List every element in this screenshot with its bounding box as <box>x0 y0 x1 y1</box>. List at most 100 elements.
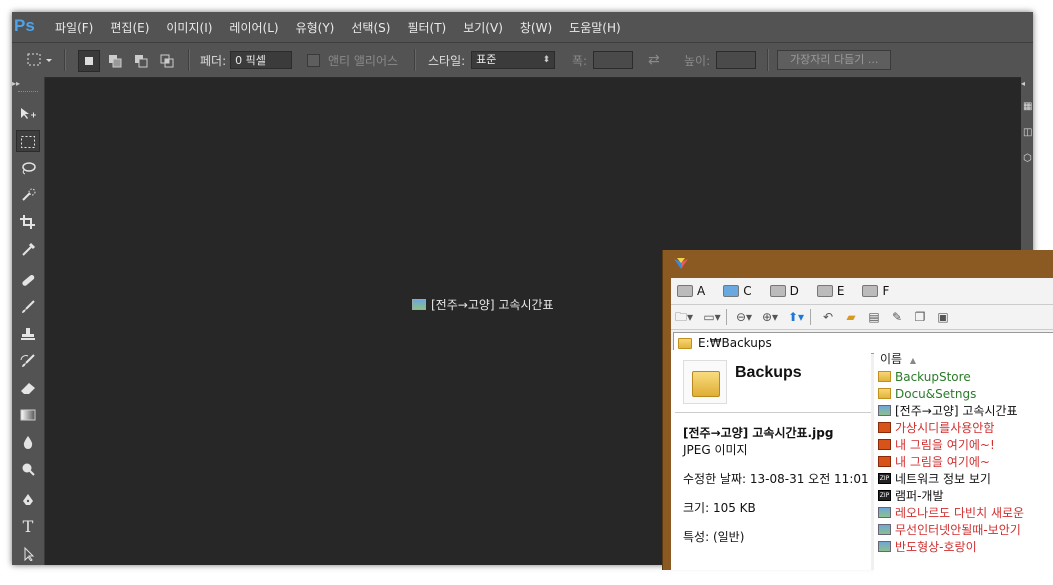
preview-pane: Backups [전주→고양] 고속시간표.jpg JPEG 이미지 수정한 날… <box>671 350 871 570</box>
image-icon <box>878 541 891 552</box>
undo-icon[interactable]: ↶ <box>818 308 838 326</box>
preview-size: 크기: 105 KB <box>683 501 756 515</box>
menu-type[interactable]: 유형(Y) <box>296 19 335 36</box>
toolbox-grip[interactable] <box>18 91 38 94</box>
swap-icon[interactable]: ⇄ <box>648 52 660 68</box>
marquee-icon <box>21 136 35 148</box>
drive-f[interactable]: F <box>862 284 889 298</box>
add-selection-button[interactable] <box>104 50 126 72</box>
file-list-item[interactable]: 반도형상-호랑이 <box>874 538 1053 555</box>
file-name: 내 그림을 여기에~! <box>895 438 995 452</box>
quick-selection-tool[interactable] <box>16 184 40 206</box>
height-input[interactable] <box>716 51 757 69</box>
menu-filter[interactable]: 필터(T) <box>407 19 446 36</box>
file-name: 내 그림을 여기에~ <box>895 455 990 469</box>
3d-panel-icon[interactable]: ⬡ <box>1023 153 1033 169</box>
history-panel-icon[interactable]: ▦ <box>1023 101 1033 117</box>
drive-a[interactable]: A <box>677 284 705 298</box>
feather-input[interactable]: 0 픽셀 <box>230 51 293 69</box>
menu-file[interactable]: 파일(F) <box>55 19 93 36</box>
back-icon[interactable]: ⊖▾ <box>734 308 754 326</box>
file-list-item[interactable]: 무선인터넷안될때-보안기 <box>874 521 1053 538</box>
marquee-preset-picker[interactable] <box>26 43 54 77</box>
drive-c[interactable]: C <box>723 284 752 298</box>
file-list-item[interactable]: 레오나르도 다빈치 새로운 <box>874 504 1053 521</box>
folder-view-icon[interactable]: 🗀▾ <box>674 308 694 326</box>
explorer-titlebar[interactable] <box>663 250 1053 278</box>
history-brush-tool[interactable] <box>16 350 40 372</box>
gradient-tool[interactable] <box>16 404 40 426</box>
windows-drive-icon <box>723 285 740 297</box>
path-selection-tool[interactable] <box>16 543 40 565</box>
expand-panels-icon[interactable]: ◂ <box>1021 79 1025 88</box>
paste-icon[interactable]: ▣ <box>933 308 953 326</box>
copy-icon[interactable]: ❐ <box>910 308 930 326</box>
file-list-item[interactable]: ZIP 램퍼-개발 <box>874 487 1053 504</box>
address-path: E:₩Backups <box>698 336 772 350</box>
file-list-item[interactable]: BackupStore <box>874 368 1053 385</box>
clone-stamp-tool[interactable] <box>16 323 40 345</box>
menu-select[interactable]: 선택(S) <box>351 19 390 36</box>
style-select[interactable]: 표준 ⬍ <box>471 51 556 69</box>
file-list-item[interactable]: 내 그림을 여기에~ <box>874 453 1053 470</box>
explorer-app-icon <box>674 258 688 269</box>
blur-tool[interactable] <box>16 431 40 453</box>
file-list-item[interactable]: [전주→고양] 고속시간표 <box>874 402 1053 419</box>
stamp-icon <box>21 328 35 340</box>
dodge-tool[interactable] <box>16 458 40 480</box>
lasso-tool[interactable] <box>16 157 40 179</box>
antialias-checkbox[interactable] <box>307 53 320 67</box>
menu-view[interactable]: 보기(V) <box>463 19 503 36</box>
dragged-file[interactable]: [전주→고양] 고속시간표 <box>412 296 554 313</box>
drive-select-icon[interactable]: ▭▾ <box>702 308 722 326</box>
crop-tool[interactable] <box>16 211 40 233</box>
brush-icon <box>22 300 35 313</box>
width-input[interactable] <box>593 51 634 69</box>
height-label: 높이: <box>684 53 711 68</box>
new-folder-icon[interactable]: ▰ <box>841 308 861 326</box>
file-name: Docu&Setngs <box>895 386 977 401</box>
intersect-selection-button[interactable] <box>156 50 178 72</box>
select-arrows-icon: ⬍ <box>542 55 551 65</box>
new-selection-button[interactable] <box>78 50 100 72</box>
eyedropper-tool[interactable] <box>16 238 40 260</box>
forward-icon[interactable]: ⊕▾ <box>760 308 780 326</box>
drive-d[interactable]: D <box>769 284 799 298</box>
eraser-tool[interactable] <box>16 377 40 399</box>
move-tool[interactable] <box>16 103 40 125</box>
bandage-icon <box>22 274 35 286</box>
preview-modified: 수정한 날짜: 13-08-31 오전 11:01 <box>683 472 869 486</box>
refine-edge-button[interactable]: 가장자리 다듬기 ... <box>777 50 892 70</box>
menu-edit[interactable]: 편집(E) <box>110 19 149 36</box>
collapse-arrows-icon[interactable]: ▸▸ <box>12 79 20 88</box>
healing-brush-tool[interactable] <box>16 269 40 291</box>
menu-help[interactable]: 도움말(H) <box>569 19 621 36</box>
menu-window[interactable]: 창(W) <box>520 19 552 36</box>
name-column-header[interactable]: 이름 ▲ <box>874 350 1053 368</box>
floppy-drive-icon <box>677 285 693 297</box>
file-list-item[interactable]: 내 그림을 여기에~! <box>874 436 1053 453</box>
rectangular-marquee-tool[interactable] <box>16 130 40 152</box>
drive-e[interactable]: E <box>816 284 844 298</box>
menu-image[interactable]: 이미지(I) <box>166 19 212 36</box>
eyedropper-icon <box>22 242 36 256</box>
drive-letter: D <box>789 284 799 298</box>
pen-tool[interactable] <box>16 489 40 511</box>
subtract-selection-button[interactable] <box>130 50 152 72</box>
delete-icon[interactable]: ▤ <box>864 308 884 326</box>
rename-icon[interactable]: ✎ <box>887 308 907 326</box>
brush-tool[interactable] <box>16 296 40 318</box>
preview-attributes: 특성: (일반) <box>683 530 745 544</box>
image-icon <box>878 507 891 518</box>
menu-list: 파일(F) 편집(E) 이미지(I) 레이어(L) 유형(Y) 선택(S) 필터… <box>55 19 638 36</box>
file-list-item[interactable]: 가상시디를사용안함 <box>874 419 1053 436</box>
up-icon[interactable]: ⬆▾ <box>786 308 806 326</box>
file-name: 네트워크 정보 보기 <box>895 472 991 486</box>
drop-icon <box>23 436 33 449</box>
file-list-item[interactable]: Docu&Setngs <box>874 385 1053 402</box>
type-tool[interactable]: T <box>16 516 40 538</box>
properties-panel-icon[interactable]: ◫ <box>1023 127 1033 143</box>
menu-layer[interactable]: 레이어(L) <box>229 19 278 36</box>
file-list-item[interactable]: ZIP 네트워크 정보 보기 <box>874 470 1053 487</box>
explorer-body: A C D E F 🗀▾ ▭▾ ⊖▾ ⊕▾ ⬆▾ ↶ ▰ ▤ ✎ ❐ ▣ E:₩… <box>671 278 1053 580</box>
